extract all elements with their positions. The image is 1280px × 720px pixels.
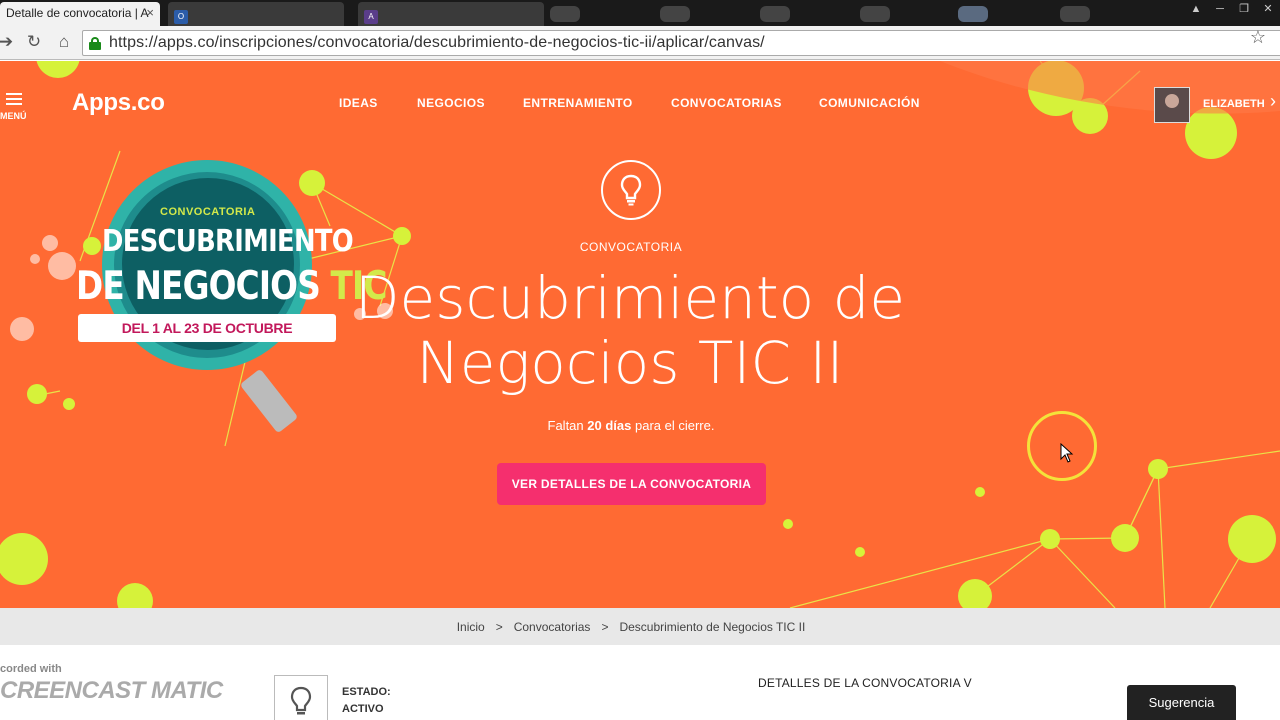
tab-title: Detalle de convocatoria | A (6, 6, 149, 20)
taskbar-icon (1060, 6, 1090, 22)
hamburger-icon[interactable] (6, 93, 22, 105)
countdown-prefix: Faltan (547, 418, 584, 433)
bookmark-star-icon[interactable]: ☆ (1250, 27, 1266, 48)
page-title: Descubrimiento de Negocios TIC II (354, 264, 906, 397)
site-logo[interactable]: Apps.co (72, 89, 165, 117)
breadcrumb-current: Descubrimiento de Negocios TIC II (619, 620, 806, 634)
watermark-logo: CREENCAST MATIC (0, 677, 223, 704)
taskbar-icon (760, 6, 790, 22)
forward-icon[interactable]: ➔ (0, 32, 16, 52)
status-badge: ACTIVO (342, 703, 384, 715)
site-navigation: MENÚ Apps.co IDEAS NEGOCIOS ENTRENAMIENT… (0, 61, 1280, 147)
convocatoria-badge: CONVOCATORIA DESCUBRIMIENTO DE NEGOCIOS … (60, 156, 387, 436)
menu-label[interactable]: MENÚ (0, 111, 27, 121)
badge-dates: DEL 1 AL 23 DE OCTUBRE (78, 314, 336, 342)
home-icon[interactable]: ⌂ (54, 32, 74, 52)
close-window-icon[interactable]: ✕ (1256, 0, 1280, 18)
breadcrumb-separator: > (495, 620, 503, 634)
view-details-button[interactable]: VER DETALLES DE LA CONVOCATORIA (497, 463, 766, 505)
hero-eyebrow: CONVOCATORIA (579, 240, 683, 254)
screen: Detalle de convocatoria | A × O A ▲ ─ ❐ … (0, 0, 1280, 720)
breadcrumb: Inicio > Convocatorias > Descubrimiento de N… (0, 608, 1280, 645)
details-heading: DETALLES DE LA CONVOCATORIA V (758, 676, 972, 690)
details-section: corded with CREENCAST MATIC ESTADO: ACTI… (0, 645, 1280, 720)
reload-icon[interactable]: ↻ (24, 32, 44, 52)
minimize-icon[interactable]: ─ (1208, 0, 1232, 18)
browser-tab-strip: Detalle de convocatoria | A × O A ▲ ─ ❐ … (0, 0, 1280, 26)
chevron-right-icon[interactable]: › (1270, 91, 1276, 112)
nav-convocatorias[interactable]: CONVOCATORIAS (671, 96, 782, 110)
magnifier-handle (239, 368, 299, 434)
countdown-suffix: para el cierre. (635, 418, 715, 433)
lock-icon (89, 37, 101, 50)
tab-close-icon[interactable]: × (146, 2, 154, 24)
taskbar-icon (550, 6, 580, 22)
badge-eyebrow: CONVOCATORIA (160, 206, 256, 218)
nav-comunicacion[interactable]: COMUNICACIÓN (819, 96, 920, 110)
badge-line2-text: DE NEGOCIOS (76, 264, 321, 309)
outlook-icon: O (174, 10, 188, 24)
mouse-cursor-icon (1060, 443, 1074, 463)
maximize-icon[interactable]: ❐ (1232, 0, 1256, 18)
nav-ideas[interactable]: IDEAS (339, 96, 378, 110)
breadcrumb-inicio[interactable]: Inicio (457, 620, 485, 634)
taskbar-icon (860, 6, 890, 22)
url-text: https://apps.co/inscripciones/convocator… (109, 34, 765, 51)
breadcrumb-convocatorias[interactable]: Convocatorias (514, 620, 591, 634)
profile-icon[interactable]: ▲ (1184, 0, 1208, 18)
feedback-button[interactable]: Sugerencia (1127, 685, 1236, 720)
countdown-days: 20 días (587, 418, 632, 433)
status-lightbulb-icon (274, 675, 328, 720)
tab-convocatoria[interactable]: Detalle de convocatoria | A × (0, 2, 160, 26)
avatar[interactable] (1154, 87, 1190, 123)
closing-countdown: Faltan 20 días para el cierre. (480, 418, 782, 433)
hero-banner: MENÚ Apps.co IDEAS NEGOCIOS ENTRENAMIENT… (0, 61, 1280, 608)
taskbar-icon (660, 6, 690, 22)
user-name[interactable]: ELIZABETH (1203, 98, 1265, 110)
status-label: ESTADO: (342, 686, 391, 698)
app-icon: A (364, 10, 378, 24)
nav-negocios[interactable]: NEGOCIOS (417, 96, 485, 110)
breadcrumb-separator: > (601, 620, 609, 634)
watermark-line1: corded with (0, 663, 62, 675)
nav-entrenamiento[interactable]: ENTRENAMIENTO (523, 96, 633, 110)
badge-line1: DESCUBRIMIENTO (102, 224, 354, 259)
address-bar: ➔ ↻ ⌂ https://apps.co/inscripciones/conv… (0, 26, 1280, 60)
taskbar-icon (958, 6, 988, 22)
lightbulb-icon (601, 160, 661, 220)
tab-background-2[interactable]: A (358, 2, 544, 26)
url-input[interactable]: https://apps.co/inscripciones/convocator… (82, 30, 1280, 56)
tab-background-1[interactable]: O (168, 2, 344, 26)
